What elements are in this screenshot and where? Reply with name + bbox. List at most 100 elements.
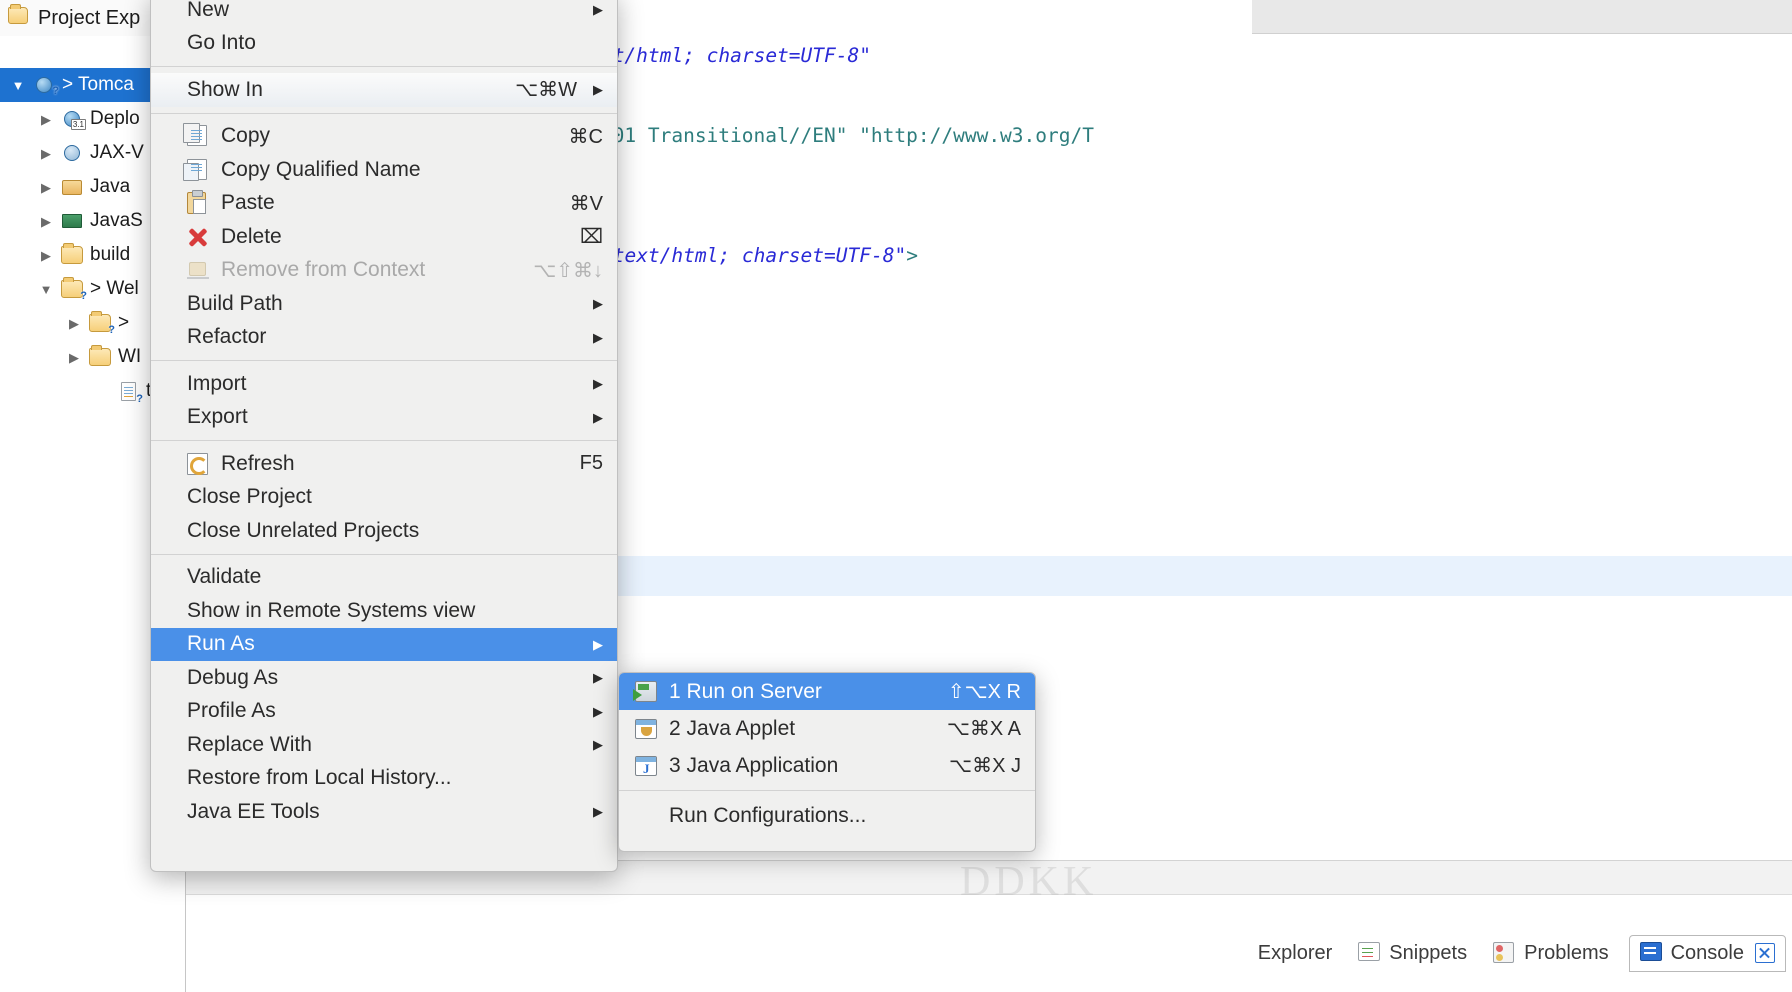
- menu-item-label: Refresh: [221, 452, 560, 476]
- twisty-collapsed-icon[interactable]: ▶: [38, 181, 54, 194]
- menu-item-label: Build Path: [187, 292, 577, 316]
- menu-item-refresh[interactable]: Refresh F5: [151, 447, 617, 481]
- menu-item-label: Copy: [221, 124, 549, 148]
- view-tab-console[interactable]: Console: [1629, 935, 1786, 972]
- view-tab-label: Problems: [1524, 942, 1608, 965]
- submenu-item-shortcut: ⌥⌘X A: [947, 716, 1021, 741]
- twisty-collapsed-icon[interactable]: ▶: [66, 351, 82, 364]
- menu-separator: [151, 113, 617, 114]
- submenu-item-run-configurations[interactable]: Run Configurations...: [619, 797, 1035, 834]
- menu-item-copy-qualified-name[interactable]: Copy Qualified Name: [151, 153, 617, 187]
- menu-item-validate[interactable]: Validate: [151, 561, 617, 595]
- submenu-item-label: 3 Java Application: [669, 754, 939, 778]
- menu-item-label: Import: [187, 372, 577, 396]
- submenu-arrow-icon: ▶: [593, 297, 603, 310]
- bottom-view-panel: Explorer Snippets Problems Console: [186, 860, 1792, 992]
- menu-item-close-unrelated-projects[interactable]: Close Unrelated Projects: [151, 514, 617, 548]
- bottom-view-tabbar: Explorer Snippets Problems Console: [186, 928, 1792, 978]
- menu-item-refactor[interactable]: Refactor▶: [151, 321, 617, 355]
- menu-item-build-path[interactable]: Build Path ▶: [151, 287, 617, 321]
- menu-item-debug-as[interactable]: Debug As▶: [151, 661, 617, 695]
- menu-item-copy[interactable]: Copy ⌘C: [151, 120, 617, 154]
- submenu-arrow-icon: ▶: [593, 377, 603, 390]
- view-tab-label: Snippets: [1389, 942, 1467, 965]
- menu-item-profile-as[interactable]: Profile As▶: [151, 695, 617, 729]
- code-token: >: [906, 244, 918, 267]
- menu-separator: [151, 554, 617, 555]
- remove-from-context-icon: [187, 259, 211, 281]
- menu-separator: [151, 66, 617, 67]
- menu-item-label: Validate: [187, 565, 603, 589]
- close-icon[interactable]: [1755, 943, 1775, 963]
- menu-item-paste[interactable]: Paste⌘V: [151, 187, 617, 221]
- submenu-arrow-icon: ▶: [593, 331, 603, 344]
- menu-item-label: Export: [187, 405, 577, 429]
- twisty-collapsed-icon[interactable]: ▶: [66, 317, 82, 330]
- tree-item-label: >: [118, 312, 129, 334]
- menu-item-delete[interactable]: Delete⌧: [151, 220, 617, 254]
- submenu-arrow-icon: ▶: [593, 3, 603, 16]
- menu-item-run-as[interactable]: Run As▶: [151, 628, 617, 662]
- submenu-item-shortcut: ⌥⌘X J: [949, 753, 1021, 778]
- console-icon: [1640, 942, 1664, 964]
- menu-item-restore-from-local-history[interactable]: Restore from Local History...: [151, 762, 617, 796]
- delete-icon: [187, 226, 211, 248]
- submenu-arrow-icon: ▶: [593, 705, 603, 718]
- menu-item-import[interactable]: Import ▶: [151, 367, 617, 401]
- eclipse-ide-window: Project Exp ▼?> Tomca▶3.1Deplo▶JAX-V▶Jav…: [0, 0, 1792, 992]
- twisty-collapsed-icon[interactable]: ▶: [38, 215, 54, 228]
- menu-item-remove-from-context: Remove from Context⌥⇧⌘↓: [151, 254, 617, 288]
- menu-item-show-in-remote-systems-view[interactable]: Show in Remote Systems view: [151, 594, 617, 628]
- run-on-server-icon: [633, 681, 659, 702]
- web-project-icon: ?: [32, 77, 56, 93]
- java-resources-icon: [60, 180, 84, 195]
- twisty-collapsed-icon[interactable]: ▶: [38, 147, 54, 160]
- java-application-icon: [633, 756, 659, 776]
- java-applet-icon: [633, 719, 659, 739]
- menu-item-label: Replace With: [187, 733, 577, 757]
- menu-item-replace-with[interactable]: Replace With▶: [151, 728, 617, 762]
- view-tab-snippets[interactable]: Snippets: [1352, 938, 1473, 969]
- folder-question-icon: ?: [60, 280, 84, 298]
- submenu-item-3-java-application[interactable]: 3 Java Application ⌥⌘X J: [619, 747, 1035, 784]
- submenu-item-2-java-applet[interactable]: 2 Java Applet ⌥⌘X A: [619, 710, 1035, 747]
- menu-item-shortcut: F5: [580, 452, 603, 475]
- tree-item-label: > Wel: [90, 278, 139, 300]
- tree-item-label: WI: [118, 346, 141, 368]
- view-tab-explorer[interactable]: Explorer: [1252, 938, 1338, 969]
- submenu-arrow-icon: ▶: [593, 83, 603, 96]
- twisty-expanded-icon[interactable]: ▼: [10, 79, 26, 92]
- menu-item-label: Paste: [221, 191, 550, 215]
- submenu-item-label: 2 Java Applet: [669, 717, 937, 741]
- folder-icon: [88, 348, 112, 366]
- menu-item-go-into[interactable]: Go Into: [151, 27, 617, 61]
- submenu-item-1-run-on-server[interactable]: 1 Run on Server⇧⌥X R: [619, 673, 1035, 710]
- menu-item-export[interactable]: Export▶: [151, 401, 617, 435]
- menu-separator: [151, 360, 617, 361]
- view-tab-problems[interactable]: Problems: [1487, 938, 1614, 969]
- menu-separator: [151, 440, 617, 441]
- menu-item-label: Close Unrelated Projects: [187, 519, 603, 543]
- menu-item-show-in[interactable]: Show In⌥⌘W▶: [151, 73, 617, 107]
- tree-item-label: > Tomca: [62, 74, 134, 96]
- menu-item-shortcut: ⌘C: [569, 124, 603, 149]
- project-explorer-icon: [8, 7, 30, 29]
- folder-question-icon: ?: [88, 314, 112, 332]
- context-menu: New ▶ Go Into Show In⌥⌘W▶ Copy ⌘C Copy Qualifi…: [150, 0, 618, 872]
- twisty-collapsed-icon[interactable]: ▶: [38, 249, 54, 262]
- copy-icon: [187, 125, 211, 147]
- tree-item-label: JavaS: [90, 210, 143, 232]
- menu-item-label: New: [187, 0, 577, 22]
- menu-item-new[interactable]: New ▶: [151, 0, 617, 27]
- view-tab-label: Explorer: [1258, 942, 1332, 965]
- submenu-item-label: Run Configurations...: [669, 804, 1021, 828]
- twisty-collapsed-icon[interactable]: ▶: [38, 113, 54, 126]
- menu-item-label: Java EE Tools: [187, 800, 577, 824]
- menu-item-shortcut: ⌥⇧⌘↓: [533, 258, 603, 283]
- twisty-expanded-icon[interactable]: ▼: [38, 283, 54, 296]
- menu-item-label: Copy Qualified Name: [221, 158, 603, 182]
- editor-tab-strip[interactable]: [1252, 0, 1792, 34]
- code-token: "text/html; charset=UTF-8": [601, 244, 906, 267]
- menu-item-close-project[interactable]: Close Project: [151, 481, 617, 515]
- menu-item-java-ee-tools[interactable]: Java EE Tools▶: [151, 795, 617, 829]
